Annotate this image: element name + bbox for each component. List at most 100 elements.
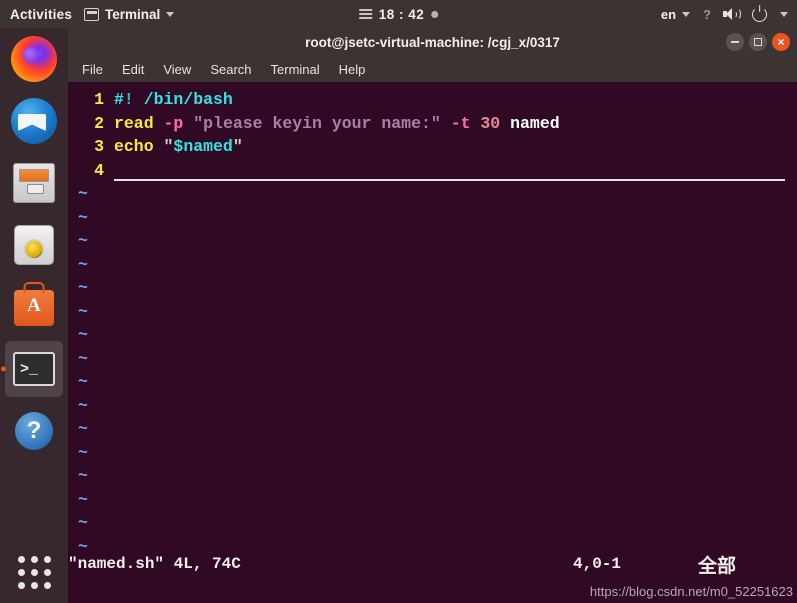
clock-menu[interactable]: 18 : 42 — [358, 6, 439, 22]
vim-file-info: "named.sh" 4L, 74C — [68, 555, 241, 573]
terminal-window: root@jsetc-virtual-machine: /cgj_x/0317 … — [68, 28, 797, 603]
terminal-icon: >_ — [11, 346, 57, 392]
tilde-marker: ~ — [78, 301, 88, 321]
tilde-marker: ~ — [78, 466, 88, 485]
terminal-glyph: >_ — [13, 352, 55, 386]
active-app-label: Terminal — [105, 6, 161, 22]
empty-line-row: ~ — [68, 488, 797, 512]
language-label: en — [660, 6, 677, 22]
dock-item-terminal[interactable]: >_ — [0, 338, 68, 400]
tilde-marker: ~ — [78, 348, 88, 368]
code-token: 30 — [480, 113, 501, 133]
maximize-button[interactable] — [749, 33, 767, 51]
line-number: 3 — [94, 137, 104, 156]
empty-line-row: ~ — [68, 206, 797, 230]
line-number: 1 — [94, 90, 104, 109]
empty-line-row: ~ — [68, 182, 797, 206]
language-indicator[interactable]: en — [660, 6, 691, 22]
tilde-marker: ~ — [78, 395, 88, 415]
tilde-marker: ~ — [78, 489, 88, 509]
vim-cursor-position: 4,0-1 — [573, 555, 622, 573]
code-line: 4 — [68, 159, 797, 183]
menu-search[interactable]: Search — [210, 62, 251, 77]
line-text: #! /bin/bash — [114, 88, 233, 112]
menu-file[interactable]: File — [82, 62, 103, 77]
code-token: echo — [114, 137, 154, 156]
dock: >_ ? — [0, 28, 68, 603]
window-title: root@jsetc-virtual-machine: /cgj_x/0317 — [305, 34, 560, 50]
chevron-down-icon — [166, 11, 175, 17]
line-number: 2 — [94, 113, 104, 133]
line-text: read -p "please keyin your name:" -t 30 … — [114, 112, 560, 136]
menu-edit[interactable]: Edit — [122, 62, 144, 77]
dock-item-thunderbird[interactable] — [0, 90, 68, 152]
tilde-marker: ~ — [78, 442, 88, 462]
empty-line-row: ~ — [68, 464, 797, 488]
text-cursor — [114, 179, 785, 181]
notification-dot-icon — [431, 10, 439, 18]
terminal-content[interactable]: 1 #! /bin/bash 2 read -p "please keyin your… — [68, 82, 797, 603]
vim-status-line: "named.sh" 4L, 74C 4,0-1 全部 — [68, 551, 797, 577]
minimize-button[interactable] — [726, 33, 744, 51]
vim-empty-lines: ~ ~ ~ ~ ~ ~ ~ ~ ~ ~ ~ ~ ~ ~ ~ ~ — [68, 182, 797, 558]
power-icon[interactable] — [752, 6, 767, 22]
system-menu[interactable]: en ? — [660, 6, 788, 22]
help-glyph: ? — [15, 412, 53, 450]
tilde-marker: ~ — [78, 372, 88, 391]
dock-item-firefox[interactable] — [0, 28, 68, 90]
show-applications-button[interactable] — [0, 549, 68, 595]
code-token: $named — [173, 137, 233, 156]
code-token: " — [163, 137, 174, 156]
empty-line-row: ~ — [68, 394, 797, 418]
dock-item-rhythmbox[interactable] — [0, 214, 68, 276]
menubar: File Edit View Search Terminal Help — [68, 56, 797, 82]
dock-item-help[interactable]: ? — [0, 400, 68, 462]
empty-line-row: ~ — [68, 417, 797, 441]
terminal-icon — [84, 7, 100, 21]
tilde-marker: ~ — [78, 513, 88, 532]
window-titlebar[interactable]: root@jsetc-virtual-machine: /cgj_x/0317 … — [68, 28, 797, 56]
window-controls: × — [726, 33, 790, 51]
code-line: 3 echo "$named" — [68, 135, 797, 159]
tilde-marker: ~ — [78, 325, 88, 344]
active-app-menu[interactable]: Terminal — [84, 6, 175, 22]
close-button[interactable]: × — [772, 33, 790, 51]
empty-line-row: ~ — [68, 441, 797, 465]
tilde-marker: ~ — [78, 207, 88, 227]
thunderbird-icon — [11, 98, 57, 144]
grid-dots-icon — [17, 555, 51, 589]
volume-icon[interactable] — [723, 7, 741, 21]
empty-line-row: ~ — [68, 253, 797, 277]
empty-line-row: ~ — [68, 323, 797, 347]
files-icon — [11, 160, 57, 206]
code-token: read — [114, 113, 154, 133]
menu-view[interactable]: View — [163, 62, 191, 77]
vim-editor-buffer[interactable]: 1 #! /bin/bash 2 read -p "please keyin your… — [68, 88, 797, 182]
code-token: -t — [450, 113, 471, 133]
rhythmbox-icon — [11, 222, 57, 268]
tilde-marker: ~ — [78, 419, 88, 438]
tilde-marker: ~ — [78, 254, 88, 274]
menu-help[interactable]: Help — [339, 62, 366, 77]
line-text: echo "$named" — [114, 135, 243, 159]
empty-line-row: ~ — [68, 229, 797, 253]
firefox-icon — [11, 36, 57, 82]
accessibility-icon[interactable]: ? — [703, 7, 711, 22]
code-token: " — [232, 137, 243, 156]
tilde-marker: ~ — [78, 278, 88, 297]
top-panel: Activities Terminal 18 : 42 en ? — [0, 0, 797, 28]
line-number: 4 — [94, 160, 104, 180]
activities-button[interactable]: Activities — [10, 7, 72, 22]
clock-label: 18 : 42 — [378, 6, 425, 22]
dock-item-files[interactable] — [0, 152, 68, 214]
menu-terminal[interactable]: Terminal — [271, 62, 320, 77]
desktop-root: Activities Terminal 18 : 42 en ? A >_ ? … — [0, 0, 797, 603]
chevron-down-icon[interactable] — [780, 11, 788, 17]
dock-item-ubuntu-software[interactable] — [0, 276, 68, 338]
